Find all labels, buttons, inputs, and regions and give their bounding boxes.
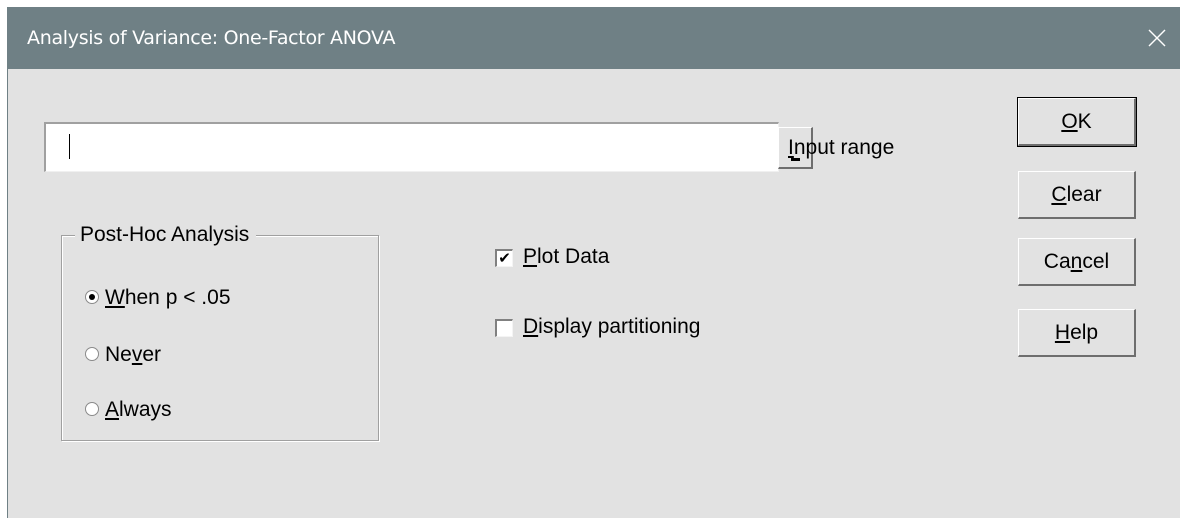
close-icon xyxy=(1148,29,1166,47)
post-hoc-legend: Post-Hoc Analysis xyxy=(75,223,257,247)
radio-always-label[interactable]: Always xyxy=(105,398,172,422)
plot-data-label[interactable]: Plot Data xyxy=(523,245,609,269)
radio-never-label[interactable]: Never xyxy=(105,343,161,367)
display-partitioning-label[interactable]: Display partitioning xyxy=(523,315,700,339)
text-caret xyxy=(69,134,70,159)
dialog-body: Input range Post-Hoc Analysis When p < .… xyxy=(8,69,1180,518)
radio-when-p-label[interactable]: When p < .05 xyxy=(105,286,231,310)
close-button[interactable] xyxy=(1134,7,1180,69)
cancel-button[interactable]: Ca n cel xyxy=(1018,238,1136,286)
radio-selected-dot xyxy=(89,294,95,300)
checkmark-icon: ✔ xyxy=(498,249,511,267)
ok-button[interactable]: OK xyxy=(1017,97,1137,147)
radio-always[interactable] xyxy=(85,402,99,416)
anova-dialog: Analysis of Variance: One-Factor ANOVA I… xyxy=(7,7,1180,518)
display-partitioning-checkbox[interactable] xyxy=(495,319,513,337)
radio-never[interactable] xyxy=(85,347,99,361)
input-range-label: Input range xyxy=(788,136,895,159)
radio-when-p[interactable] xyxy=(85,290,99,304)
input-range-field[interactable] xyxy=(44,122,813,172)
help-button[interactable]: Help xyxy=(1018,309,1136,357)
window-title: Analysis of Variance: One-Factor ANOVA xyxy=(27,27,396,49)
title-bar: Analysis of Variance: One-Factor ANOVA xyxy=(8,7,1180,69)
plot-data-checkbox[interactable]: ✔ xyxy=(495,249,513,267)
clear-button[interactable]: Clear xyxy=(1018,171,1136,219)
